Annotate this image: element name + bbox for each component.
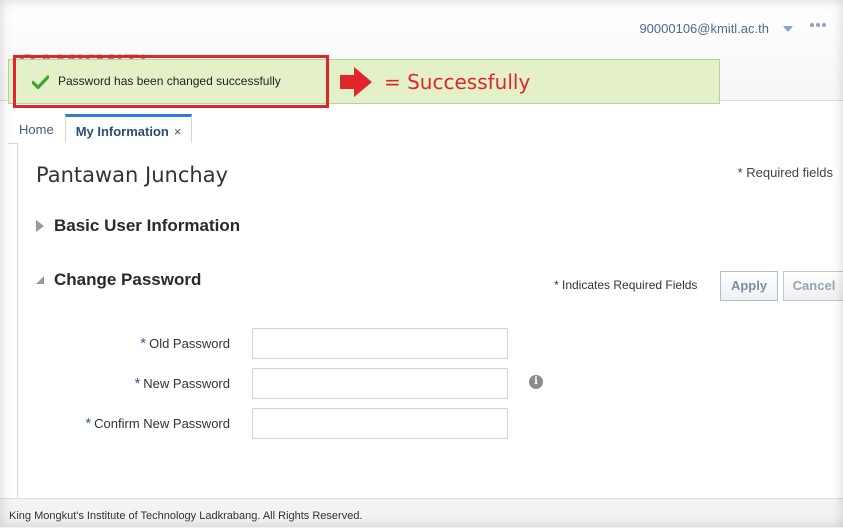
required-marker: * (140, 335, 147, 352)
check-icon (32, 75, 49, 89)
section-change-password[interactable]: Change Password (36, 270, 201, 290)
confirm-password-label: * Confirm New Password (0, 415, 230, 432)
more-options-icon[interactable] (807, 18, 829, 32)
tab-bar: Home My Information × (8, 112, 193, 144)
disclosure-expanded-icon[interactable] (36, 276, 44, 284)
tab-my-information[interactable]: My Information × (64, 114, 193, 144)
arrow-right-icon (340, 67, 372, 97)
close-icon[interactable]: × (174, 124, 182, 139)
old-password-label-text: Old Password (149, 336, 230, 351)
info-icon[interactable]: i (529, 375, 543, 389)
section-basic-user-information[interactable]: Basic User Information (36, 216, 240, 236)
disclosure-collapsed-icon[interactable] (36, 220, 44, 232)
old-password-label: * Old Password (0, 335, 230, 352)
chevron-down-icon[interactable] (783, 26, 793, 32)
cancel-button[interactable]: Cancel (783, 271, 843, 301)
section-title-change-password: Change Password (54, 270, 202, 289)
confirm-password-label-text: Confirm New Password (94, 416, 230, 431)
footer-copyright: King Mongkut's Institute of Technology L… (9, 510, 363, 522)
result-label: = Successfully (384, 70, 531, 94)
content-panel (17, 143, 843, 498)
success-message: Password has been changed successfully (58, 74, 281, 88)
confirm-password-input[interactable] (252, 408, 508, 439)
user-menu-email[interactable]: 90000106@kmitl.ac.th (639, 21, 769, 36)
required-marker: * (85, 415, 92, 432)
tab-home[interactable]: Home (8, 114, 65, 144)
required-marker: * (134, 375, 141, 392)
new-password-label: * New Password (0, 375, 230, 392)
page-title: Pantawan Junchay (36, 163, 228, 187)
tab-my-information-label: My Information (75, 124, 169, 139)
required-fields-note: * Required fields (737, 165, 833, 180)
old-password-input[interactable] (252, 328, 508, 359)
new-password-label-text: New Password (143, 376, 230, 391)
apply-button[interactable]: Apply (720, 271, 778, 301)
new-password-input[interactable] (252, 368, 508, 399)
required-indicator-note: * Indicates Required Fields (554, 278, 698, 292)
section-title-basic: Basic User Information (54, 216, 241, 235)
